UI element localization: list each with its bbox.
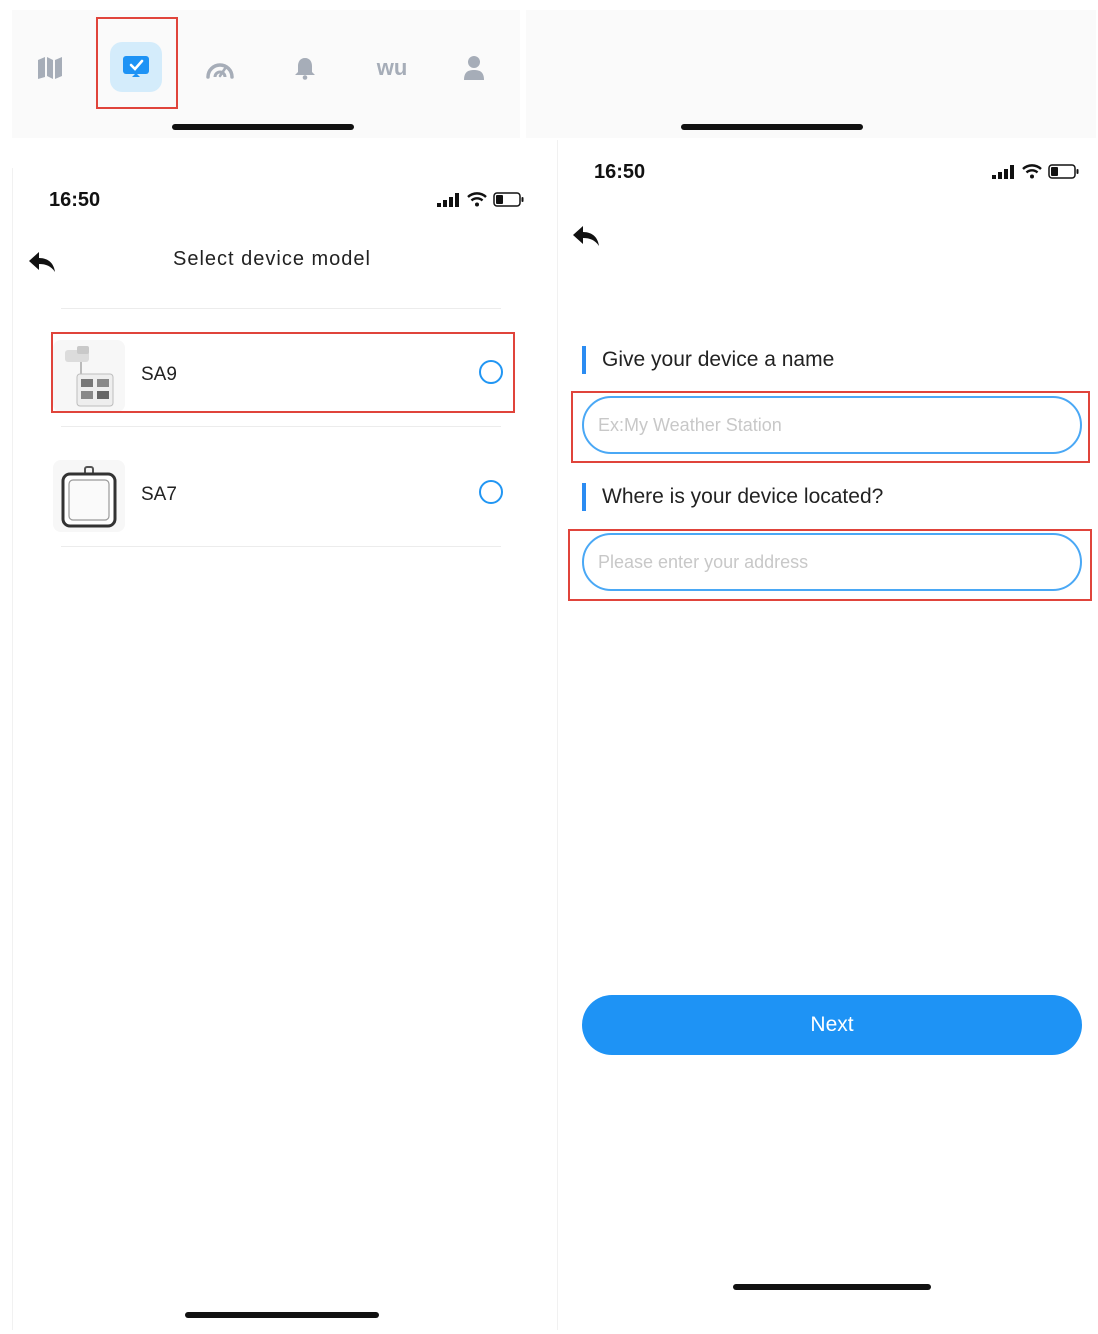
select-device-model-screen: 16:50 Select device model SA9 SA7 bbox=[12, 168, 555, 1330]
page-title: Select device model bbox=[173, 248, 371, 270]
next-button[interactable]: Next bbox=[582, 995, 1082, 1055]
status-icons bbox=[437, 192, 525, 207]
device-icon bbox=[123, 56, 149, 77]
sa9-radio-button[interactable] bbox=[479, 360, 503, 384]
device-location-section: Where is your device located? bbox=[582, 483, 883, 511]
map-icon bbox=[38, 57, 62, 79]
tab-profile[interactable] bbox=[456, 50, 492, 86]
device-name-section: Give your device a name bbox=[582, 346, 834, 374]
sa7-radio-button[interactable] bbox=[479, 480, 503, 504]
wifi-icon bbox=[1022, 164, 1042, 179]
signal-icon bbox=[992, 164, 1014, 179]
signal-icon bbox=[437, 192, 459, 207]
sa7-device-image bbox=[53, 460, 125, 532]
divider bbox=[61, 426, 501, 427]
device-location-label: Where is your device located? bbox=[602, 485, 884, 508]
back-arrow-icon[interactable] bbox=[27, 250, 57, 274]
device-name-label: Give your device a name bbox=[602, 348, 835, 371]
tab-dashboard[interactable] bbox=[202, 50, 238, 86]
tab-map[interactable] bbox=[32, 50, 68, 86]
home-indicator bbox=[681, 124, 863, 130]
tab-bar: wu bbox=[12, 10, 520, 138]
display-console-icon bbox=[61, 466, 117, 528]
user-icon bbox=[464, 56, 484, 80]
battery-icon bbox=[493, 192, 524, 207]
device-name-input[interactable] bbox=[582, 396, 1082, 454]
address-input[interactable] bbox=[582, 533, 1082, 591]
status-time: 16:50 bbox=[594, 161, 646, 183]
tab-wunderground[interactable]: wu bbox=[372, 50, 412, 86]
device-label: SA7 bbox=[141, 484, 177, 505]
wu-icon: wu bbox=[376, 55, 408, 80]
divider bbox=[61, 546, 501, 547]
weather-station-icon bbox=[65, 346, 114, 407]
home-indicator bbox=[172, 124, 354, 130]
section-accent-bar bbox=[582, 346, 586, 374]
gauge-icon bbox=[206, 63, 234, 79]
sa9-device-image bbox=[53, 340, 125, 412]
battery-icon bbox=[1048, 164, 1079, 179]
section-accent-bar bbox=[582, 483, 586, 511]
tab-devices[interactable] bbox=[118, 50, 154, 86]
home-indicator bbox=[185, 1312, 379, 1318]
tab-alerts[interactable] bbox=[287, 50, 323, 86]
home-indicator bbox=[733, 1284, 931, 1290]
status-time: 16:50 bbox=[49, 189, 101, 211]
device-option-sa7[interactable]: SA7 bbox=[53, 460, 513, 550]
status-icons bbox=[992, 164, 1080, 179]
divider bbox=[61, 308, 501, 309]
wifi-icon bbox=[467, 192, 487, 207]
device-setup-screen: 16:50 Give your device a name Where is y… bbox=[557, 140, 1095, 1330]
bell-icon bbox=[295, 58, 315, 80]
device-option-sa9[interactable]: SA9 bbox=[53, 340, 513, 430]
back-arrow-icon[interactable] bbox=[571, 224, 601, 248]
top-right-panel bbox=[526, 10, 1096, 138]
device-label: SA9 bbox=[141, 364, 177, 385]
